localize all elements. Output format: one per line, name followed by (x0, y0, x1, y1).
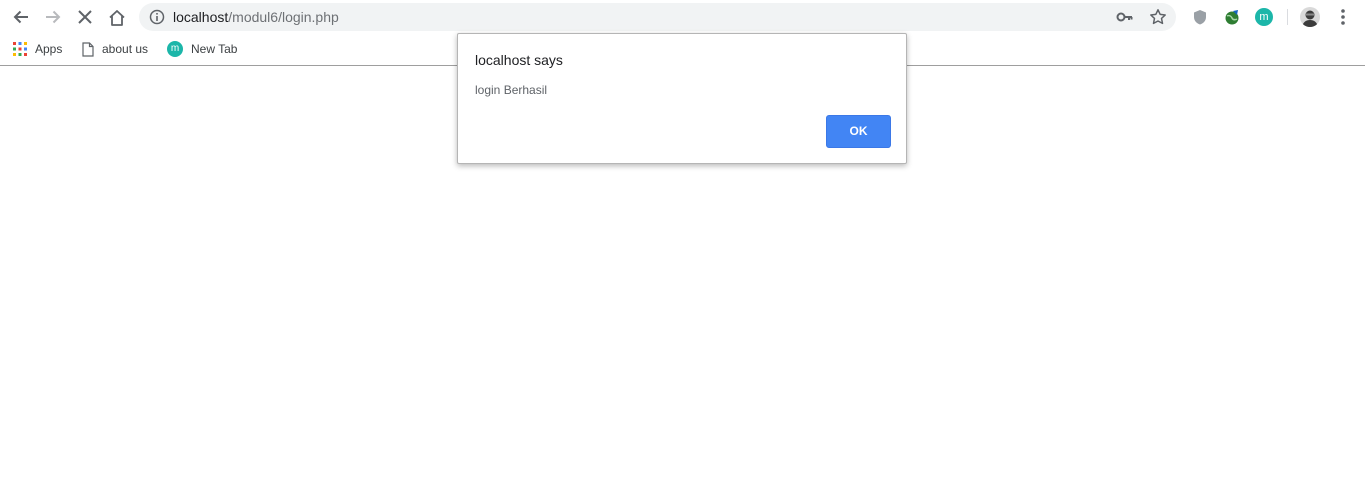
profile-avatar[interactable] (1300, 7, 1320, 27)
arrow-left-icon (13, 10, 28, 24)
ok-button[interactable]: OK (826, 115, 891, 148)
globe-extension-icon[interactable] (1223, 8, 1241, 26)
m-icon-letter: m (167, 41, 183, 57)
forward-button[interactable] (40, 4, 66, 30)
url-text[interactable]: localhost/modul6/login.php (173, 3, 339, 31)
arrow-right-icon (46, 10, 61, 24)
bookmark-label: New Tab (191, 42, 238, 56)
bookmark-label: Apps (35, 42, 63, 56)
alert-dialog: localhost says login Berhasil OK (457, 33, 907, 164)
toolbar-separator (1287, 9, 1288, 25)
info-icon[interactable] (149, 9, 165, 25)
close-icon (78, 10, 92, 24)
browser-toolbar: localhost/modul6/login.php m (0, 0, 1365, 35)
shield-extension-icon[interactable] (1191, 8, 1209, 26)
apps-grid-icon (13, 42, 27, 56)
home-icon (109, 9, 125, 26)
avatar-icon (1302, 10, 1318, 27)
m-extension-icon[interactable]: m (1255, 8, 1273, 26)
dialog-message: login Berhasil (475, 83, 548, 97)
url-host: localhost (173, 9, 229, 25)
page-icon (82, 41, 94, 57)
dialog-title: localhost says (475, 52, 563, 68)
star-icon[interactable] (1149, 8, 1167, 26)
m-icon: m (167, 41, 183, 57)
url-path: /modul6/login.php (228, 9, 339, 25)
home-button[interactable] (104, 4, 130, 30)
bookmark-new-tab[interactable]: m New Tab (167, 35, 237, 63)
key-icon[interactable] (1116, 9, 1134, 25)
address-bar[interactable]: localhost/modul6/login.php (139, 3, 1176, 31)
bookmark-apps[interactable]: Apps (13, 35, 62, 63)
bookmark-label: about us (102, 42, 149, 56)
back-button[interactable] (8, 4, 34, 30)
bookmark-about-us[interactable]: about us (82, 35, 148, 63)
kebab-menu-icon[interactable] (1336, 8, 1350, 26)
stop-button[interactable] (72, 4, 98, 30)
